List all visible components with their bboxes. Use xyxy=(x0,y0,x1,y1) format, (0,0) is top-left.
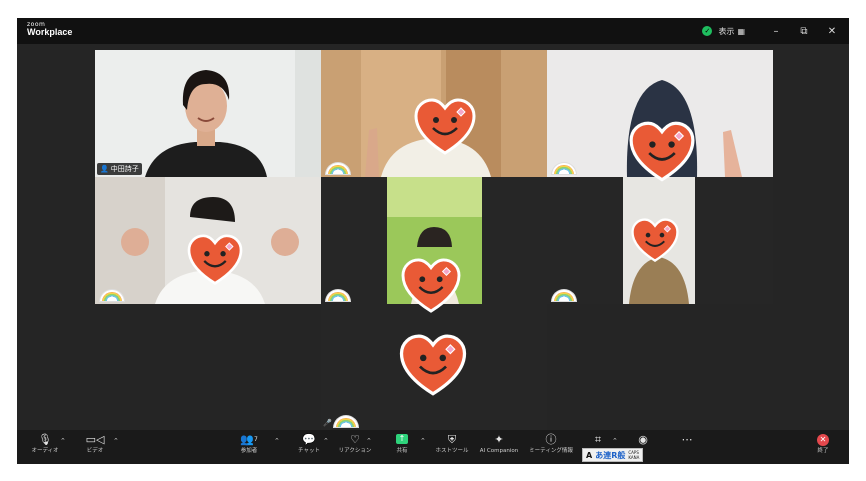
reactions-options-caret[interactable]: ⌃ xyxy=(366,437,372,445)
video-options-caret[interactable]: ⌃ xyxy=(113,437,119,445)
mic-muted-icon: 🎤 xyxy=(323,419,332,427)
apps-icon: ⌗ xyxy=(594,433,602,446)
end-button[interactable]: ✕ 終了 xyxy=(801,432,845,462)
grid-icon: ▦ xyxy=(737,26,745,36)
view-label: 表示 xyxy=(718,26,735,36)
ime-main-text: あ連R般 xyxy=(595,450,626,460)
meeting-info-button[interactable]: ⓘ ミーティング情報 xyxy=(529,432,573,462)
ai-companion-button[interactable]: ✦ AI Companion xyxy=(477,432,521,462)
participant-tile-p1[interactable]: 👤 中田詩子 xyxy=(95,50,321,177)
end-label: 終了 xyxy=(817,448,829,454)
minimize-button[interactable]: – xyxy=(765,26,787,37)
camera-icon: ▭◁ xyxy=(85,433,105,446)
title-bar-right: ✓ 表示 ▦ – ⧉ ✕ xyxy=(702,18,843,44)
app-logo: zoom Workplace xyxy=(27,22,72,37)
video-button[interactable]: ▭◁ ビデオ xyxy=(73,432,117,462)
heart-smiley-icon xyxy=(629,121,695,182)
host-tools-button[interactable]: ⛨ ホストツール xyxy=(430,432,474,462)
reactions-label: リアクション xyxy=(338,448,372,454)
participant-video-p1 xyxy=(95,50,321,177)
chat-options-caret[interactable]: ⌃ xyxy=(323,437,329,445)
sparkle-icon: ✦ xyxy=(494,433,504,446)
shield-check-icon[interactable]: ✓ xyxy=(702,26,713,36)
heart-smiley-icon xyxy=(399,334,467,396)
microphone-icon: 🎙 xyxy=(38,433,52,446)
ai-companion-label: AI Companion xyxy=(479,448,519,454)
shield-icon: ⛨ xyxy=(447,433,457,446)
host-tools-label: ホストツール xyxy=(435,448,469,454)
participants-icon: 👥7 xyxy=(240,433,258,446)
heart-smiley-icon xyxy=(414,98,476,155)
participants-options-caret[interactable]: ⌃ xyxy=(274,437,280,445)
participants-count: 7 xyxy=(253,436,258,443)
restore-button[interactable]: ⧉ xyxy=(793,26,815,37)
rainbow-avatar-badge xyxy=(333,415,359,428)
meeting-info-label: ミーティング情報 xyxy=(529,448,573,454)
heart-outline-icon: ♡ xyxy=(350,433,360,446)
view-button[interactable]: 表示 ▦ xyxy=(718,26,745,37)
video-label: ビデオ xyxy=(86,448,104,454)
meeting-toolbar: 🎙 オーディオ ⌃ ▭◁ ビデオ ⌃ 👥7 参加者 ⌃ 💬 チャット ⌃ ♡ リ… xyxy=(17,430,849,464)
heart-smiley-icon xyxy=(631,218,679,262)
heart-smiley-icon xyxy=(401,258,461,313)
share-button[interactable]: ↑ 共有 xyxy=(380,432,424,462)
ime-mode-a: A xyxy=(586,450,593,460)
info-icon: ⓘ xyxy=(545,433,557,446)
audio-options-caret[interactable]: ⌃ xyxy=(60,437,66,445)
end-x-icon: ✕ xyxy=(817,434,829,446)
ime-kana: KANA xyxy=(628,455,640,460)
share-label: 共有 xyxy=(396,448,408,454)
participants-button[interactable]: 👥7 参加者 xyxy=(227,432,271,462)
ime-caps-kana: CAPS KANA xyxy=(628,450,639,460)
logo-bottom-text: Workplace xyxy=(27,27,73,37)
participants-label: 参加者 xyxy=(240,448,258,454)
chat-label: チャット xyxy=(298,448,320,454)
ime-toolbar[interactable]: A あ連R般 CAPS KANA xyxy=(582,448,644,462)
apps-options-caret[interactable]: ⌃ xyxy=(612,437,618,445)
participant-name-tag: 👤 中田詩子 xyxy=(97,163,142,175)
share-options-caret[interactable]: ⌃ xyxy=(420,437,426,445)
person-icon: 👤 xyxy=(100,165,109,173)
participant-name: 中田詩子 xyxy=(110,165,139,173)
video-gallery: 👤 中田詩子 🎤 xyxy=(17,44,849,430)
record-icon: ◉ xyxy=(638,433,648,446)
chat-icon: 💬 xyxy=(302,433,316,446)
heart-smiley-icon xyxy=(187,234,243,285)
close-button[interactable]: ✕ xyxy=(821,26,843,37)
zoom-window: zoom Workplace ✓ 表示 ▦ – ⧉ ✕ 👤 中田詩子 🎤 🎙 オ… xyxy=(17,18,849,464)
title-bar: zoom Workplace ✓ 表示 ▦ – ⧉ ✕ xyxy=(17,18,849,44)
more-button[interactable]: ⋯ xyxy=(665,432,709,462)
share-arrow-icon: ↑ xyxy=(396,434,408,444)
more-dots-icon: ⋯ xyxy=(681,433,693,446)
audio-label: オーディオ xyxy=(31,448,59,454)
